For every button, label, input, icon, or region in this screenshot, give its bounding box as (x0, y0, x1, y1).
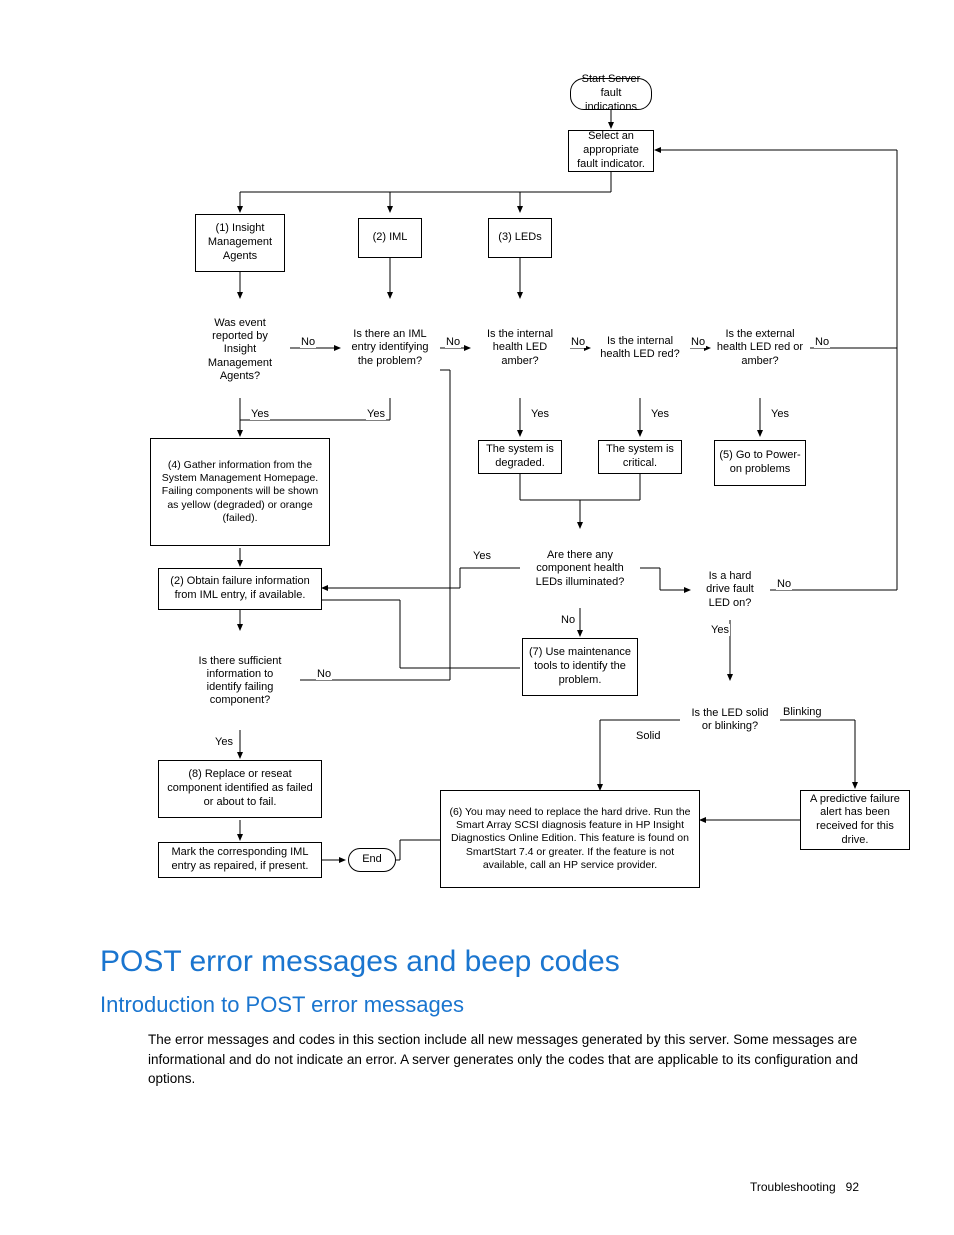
lbl-no: No (316, 668, 332, 680)
lbl-yes: Yes (214, 736, 234, 748)
lbl-yes: Yes (650, 408, 670, 420)
lbl-no: No (776, 578, 792, 590)
lbl-yes: Yes (770, 408, 790, 420)
heading-intro-post: Introduction to POST error messages (100, 992, 464, 1018)
flow-predictive: A predictive failure alert has been rece… (800, 790, 910, 850)
flow-select-fault: Select an appropriate fault indicator. (568, 130, 654, 172)
lbl-yes: Yes (530, 408, 550, 420)
lbl-yes: Yes (366, 408, 386, 420)
dia-ext-led: Is the external health LED red or amber? (712, 300, 808, 396)
lbl-no: No (814, 336, 830, 348)
lbl-yes: Yes (250, 408, 270, 420)
dia-comp-leds: Are there any component health LEDs illu… (524, 530, 636, 608)
flow-obtain2: (2) Obtain failure information from IML … (158, 568, 322, 610)
lbl-blinking: Blinking (782, 706, 823, 718)
dia-event-reported: Was event reported by Insight Management… (190, 300, 290, 400)
flow-opt1: (1) Insight Management Agents (195, 214, 285, 272)
flow-critical: The system is critical. (598, 440, 682, 474)
lbl-no: No (560, 614, 576, 626)
flow-opt3: (3) LEDs (488, 218, 552, 258)
dia-led-red: Is the internal health LED red? (592, 300, 688, 396)
flow-poweron: (5) Go to Power-on problems (714, 440, 806, 486)
flow-replace8: (8) Replace or reseat component identifi… (158, 760, 322, 818)
flow-opt2: (2) IML (358, 218, 422, 258)
dia-led-amber: Is the internal health LED amber? (472, 300, 568, 396)
footer-page-number: 92 (846, 1180, 859, 1194)
dia-sufficient: Is there sufficient information to ident… (182, 632, 298, 730)
flow-use-tools: (7) Use maintenance tools to identify th… (522, 638, 638, 696)
lbl-yes: Yes (472, 550, 492, 562)
lbl-yes: Yes (710, 624, 730, 636)
lbl-solid: Solid (635, 730, 661, 742)
flow-start: Start Server fault indications (570, 78, 652, 110)
heading-post-error: POST error messages and beep codes (100, 945, 620, 979)
lbl-no: No (300, 336, 316, 348)
flow-end: End (348, 848, 396, 872)
page-footer: Troubleshooting 92 (750, 1180, 859, 1194)
flow-gather4: (4) Gather information from the System M… (150, 438, 330, 546)
flow-degraded: The system is degraded. (478, 440, 562, 474)
lbl-no: No (690, 336, 706, 348)
dia-iml-entry: Is there an IML entry identifying the pr… (342, 300, 438, 396)
flow-mark-iml: Mark the corresponding IML entry as repa… (158, 842, 322, 878)
lbl-no: No (445, 336, 461, 348)
dia-solid-blink: Is the LED solid or blinking? (684, 682, 776, 758)
dia-hd-fault: Is a hard drive fault LED on? (692, 562, 768, 618)
footer-section: Troubleshooting (750, 1180, 836, 1194)
flow-replace-hd: (6) You may need to replace the hard dri… (440, 790, 700, 888)
lbl-no: No (570, 336, 586, 348)
body-paragraph: The error messages and codes in this sec… (148, 1030, 858, 1089)
